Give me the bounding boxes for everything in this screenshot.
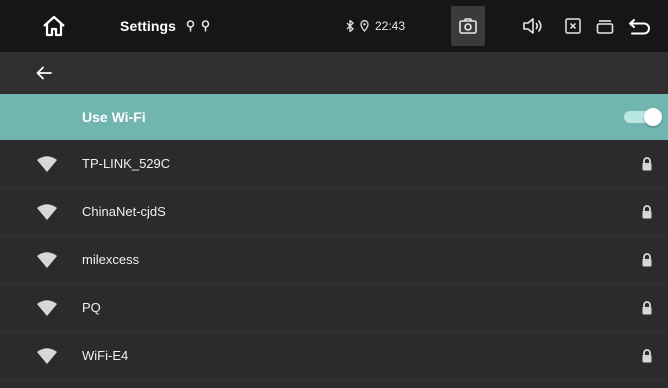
- location-pin-icon: [360, 20, 369, 32]
- close-app-button[interactable]: [558, 0, 588, 52]
- network-item[interactable]: milexcess: [0, 236, 668, 284]
- wifi-icon: [37, 348, 57, 364]
- lock-icon: [642, 301, 652, 315]
- back-icon: [629, 19, 650, 35]
- lock-icon: [642, 349, 652, 363]
- back-button[interactable]: [30, 61, 58, 85]
- volume-icon: [523, 18, 542, 34]
- wifi-icon: [37, 252, 57, 268]
- back-nav-button[interactable]: [620, 0, 660, 52]
- status-indicators: 22:43: [346, 0, 405, 52]
- close-box-icon: [565, 18, 581, 34]
- network-item[interactable]: TP-LINK_529C: [0, 140, 668, 188]
- lock-icon: [642, 253, 652, 267]
- network-item[interactable]: WiFi-E4: [0, 332, 668, 380]
- network-item[interactable]: ChinaNet-cjdS: [0, 188, 668, 236]
- wifi-toggle-switch[interactable]: [624, 108, 662, 126]
- camera-icon: [459, 18, 477, 34]
- wifi-icon: [37, 204, 57, 220]
- bluetooth-icon: [346, 20, 354, 32]
- network-item[interactable]: PQ: [0, 284, 668, 332]
- arrow-left-icon: [36, 66, 52, 80]
- status-location-icons: [186, 0, 210, 52]
- lock-icon: [642, 205, 652, 219]
- toggle-thumb: [644, 108, 662, 126]
- network-name: PQ: [82, 300, 101, 315]
- home-icon: [43, 15, 65, 37]
- network-name: milexcess: [82, 252, 140, 267]
- use-wifi-row[interactable]: Use Wi-Fi: [0, 94, 668, 140]
- lock-icon: [642, 157, 652, 171]
- network-name: ChinaNet-cjdS: [82, 204, 166, 219]
- clock: 22:43: [375, 19, 406, 33]
- wifi-icon: [37, 300, 57, 316]
- wifi-icon: [37, 156, 57, 172]
- status-bar: Settings 22:43: [0, 0, 668, 52]
- network-name: TP-LINK_529C: [82, 156, 171, 171]
- location-pin-icon: [186, 20, 195, 32]
- volume-button[interactable]: [518, 0, 548, 52]
- app-title: Settings: [120, 18, 177, 34]
- screenshot-button[interactable]: [450, 0, 486, 52]
- wifi-settings-screen: Settings 22:43 Use Wi-Fi TP-LINK_529C Ch…: [0, 0, 668, 388]
- home-button[interactable]: [34, 0, 74, 52]
- recents-button[interactable]: [590, 0, 620, 52]
- action-bar: [0, 52, 668, 94]
- location-pin-icon: [201, 20, 210, 32]
- network-list: TP-LINK_529C ChinaNet-cjdS milexcess PQ …: [0, 140, 668, 388]
- recents-icon: [596, 20, 614, 34]
- use-wifi-label: Use Wi-Fi: [82, 109, 146, 125]
- network-name: WiFi-E4: [82, 348, 129, 363]
